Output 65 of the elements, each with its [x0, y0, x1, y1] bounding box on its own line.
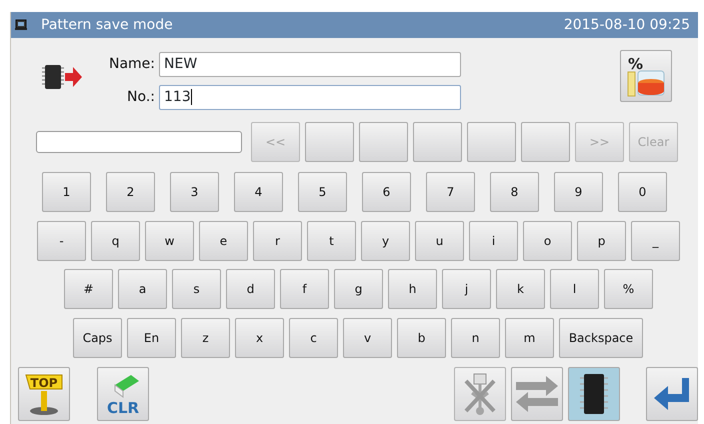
swap-arrows-icon	[514, 374, 560, 414]
date-time: 2015-08-10 09:25	[564, 16, 690, 34]
chart-settings-button[interactable]: %	[620, 50, 672, 102]
key-button[interactable]: 3	[170, 172, 219, 212]
key-button[interactable]: k	[496, 269, 545, 309]
key-button[interactable]: 1	[42, 172, 91, 212]
key-button[interactable]: n	[451, 318, 500, 358]
key-button[interactable]: y	[361, 221, 410, 261]
monitor-icon	[15, 19, 27, 31]
key-button[interactable]: p	[577, 221, 626, 261]
key-button[interactable]: z	[181, 318, 230, 358]
window-title: Pattern save mode	[41, 16, 173, 34]
input-field[interactable]: NEW	[159, 52, 461, 77]
key-button[interactable]: 6	[362, 172, 411, 212]
key-button[interactable]: b	[397, 318, 446, 358]
key-button[interactable]: q	[91, 221, 140, 261]
text-field[interactable]	[36, 131, 242, 153]
key-button[interactable]: l	[550, 269, 599, 309]
key-button[interactable]: 7	[426, 172, 475, 212]
key-button[interactable]: Caps	[73, 318, 122, 358]
key-button[interactable]: 8	[490, 172, 539, 212]
key-button[interactable]: %	[604, 269, 653, 309]
key-button[interactable]	[467, 122, 516, 162]
key-button[interactable]: f	[280, 269, 329, 309]
key-button[interactable]	[413, 122, 462, 162]
key-button[interactable]: r	[253, 221, 302, 261]
key-button[interactable]: _	[631, 221, 680, 261]
key-button[interactable]: i	[469, 221, 518, 261]
key-button[interactable]: Backspace	[559, 318, 643, 358]
key-button[interactable]: o	[523, 221, 572, 261]
key-button[interactable]: d	[226, 269, 275, 309]
field-label: Name:	[108, 55, 155, 74]
key-button[interactable]: 4	[234, 172, 283, 212]
memory-button[interactable]	[568, 367, 620, 421]
key-button[interactable]	[521, 122, 570, 162]
chip-icon	[579, 372, 609, 416]
key-button[interactable]: u	[415, 221, 464, 261]
transfer-button[interactable]	[511, 367, 563, 421]
chip-arrow-icon	[41, 62, 83, 92]
key-button[interactable]: m	[505, 318, 554, 358]
key-button[interactable]: s	[172, 269, 221, 309]
key-button[interactable]: e	[199, 221, 248, 261]
key-button[interactable]: w	[145, 221, 194, 261]
key-button[interactable]: 5	[298, 172, 347, 212]
top-button[interactable]: TOP	[18, 367, 70, 421]
key-button[interactable]: x	[235, 318, 284, 358]
key-button[interactable]: 9	[554, 172, 603, 212]
key-button[interactable]: En	[127, 318, 176, 358]
key-button[interactable]	[359, 122, 408, 162]
key-button[interactable]: j	[442, 269, 491, 309]
key-button[interactable]: 2	[106, 172, 155, 212]
key-button[interactable]: -	[37, 221, 86, 261]
field-label: No.:	[126, 88, 155, 107]
key-button[interactable]: g	[334, 269, 383, 309]
key-button[interactable]: c	[289, 318, 338, 358]
input-field[interactable]: 113	[159, 85, 461, 110]
key-button[interactable]: a	[118, 269, 167, 309]
key-button[interactable]: #	[64, 269, 113, 309]
key-button[interactable]: h	[388, 269, 437, 309]
enter-button[interactable]	[646, 367, 698, 421]
key-button[interactable]: 0	[618, 172, 667, 212]
enter-icon	[652, 376, 692, 412]
key-button[interactable]: v	[343, 318, 392, 358]
key-button[interactable]: t	[307, 221, 356, 261]
key-button[interactable]	[305, 122, 354, 162]
